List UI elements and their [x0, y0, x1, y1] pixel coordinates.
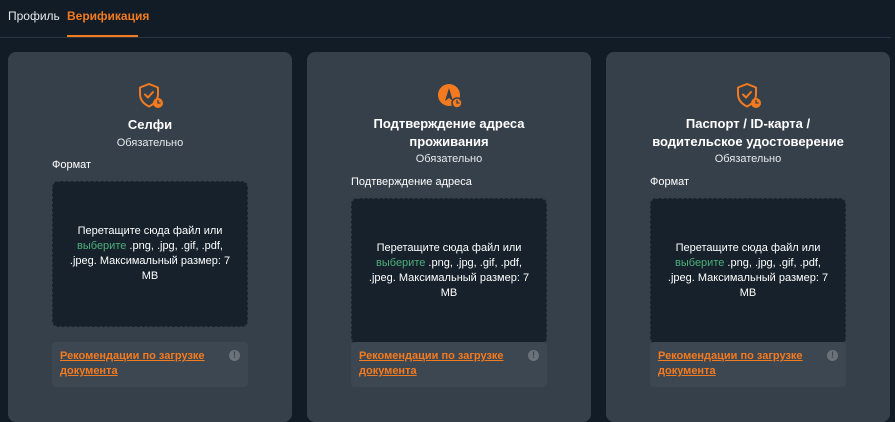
- upload-recommendations: Рекомендации по загрузке документа !: [52, 342, 248, 387]
- tab-bar: Профиль Верификация: [0, 0, 891, 38]
- file-dropzone[interactable]: Перетащите сюда файл или выберите .png, …: [650, 198, 846, 344]
- choose-file-link[interactable]: выберите: [77, 240, 126, 252]
- card-title: Селфи: [127, 117, 173, 132]
- selfie-card: Селфи Обязательно Формат Перетащите сюда…: [8, 52, 292, 422]
- dropzone-text: Перетащите сюда файл или выберите .png, …: [366, 241, 532, 301]
- recommendations-link[interactable]: Рекомендации по загрузке документа: [359, 349, 519, 379]
- compass-clock-icon: [438, 84, 463, 109]
- required-label: Обязательно: [714, 153, 782, 165]
- dropzone-text: Перетащите сюда файл или выберите .png, …: [665, 241, 831, 301]
- field-label: Подтверждение адреса: [351, 176, 472, 188]
- required-label: Обязательно: [415, 153, 483, 165]
- shield-clock-icon: [737, 83, 761, 108]
- upload-recommendations: Рекомендации по загрузке документа !: [650, 342, 846, 387]
- recommendations-link[interactable]: Рекомендации по загрузке документа: [60, 349, 220, 379]
- upload-recommendations: Рекомендации по загрузке документа !: [351, 342, 547, 387]
- required-label: Обязательно: [116, 137, 184, 149]
- info-icon[interactable]: !: [827, 350, 838, 361]
- card-title: Паспорт / ID-карта / водительское удосто…: [652, 116, 844, 149]
- file-dropzone[interactable]: Перетащите сюда файл или выберите .png, …: [351, 198, 547, 344]
- dropzone-prefix: Перетащите сюда файл или: [675, 242, 821, 254]
- dropzone-prefix: Перетащите сюда файл или: [77, 225, 223, 237]
- recommendations-link[interactable]: Рекомендации по загрузке документа: [658, 349, 818, 379]
- choose-file-link[interactable]: выберите: [376, 257, 425, 269]
- card-title: Подтверждение адреса проживания: [373, 116, 525, 149]
- dropzone-prefix: Перетащите сюда файл или: [376, 242, 522, 254]
- passport-card: Паспорт / ID-карта / водительское удосто…: [606, 52, 890, 422]
- field-label: Формат: [52, 159, 92, 171]
- tab-verification[interactable]: Верификация: [67, 9, 149, 23]
- address-card: Подтверждение адреса проживания Обязател…: [307, 52, 591, 422]
- field-label: Формат: [650, 176, 690, 188]
- file-dropzone[interactable]: Перетащите сюда файл или выберите .png, …: [52, 181, 248, 327]
- shield-clock-icon: [139, 83, 163, 108]
- active-tab-indicator: [67, 35, 138, 37]
- info-icon[interactable]: !: [229, 350, 240, 361]
- choose-file-link[interactable]: выберите: [675, 257, 724, 269]
- tab-profile[interactable]: Профиль: [8, 9, 60, 23]
- info-icon[interactable]: !: [528, 350, 539, 361]
- dropzone-text: Перетащите сюда файл или выберите .png, …: [67, 224, 233, 284]
